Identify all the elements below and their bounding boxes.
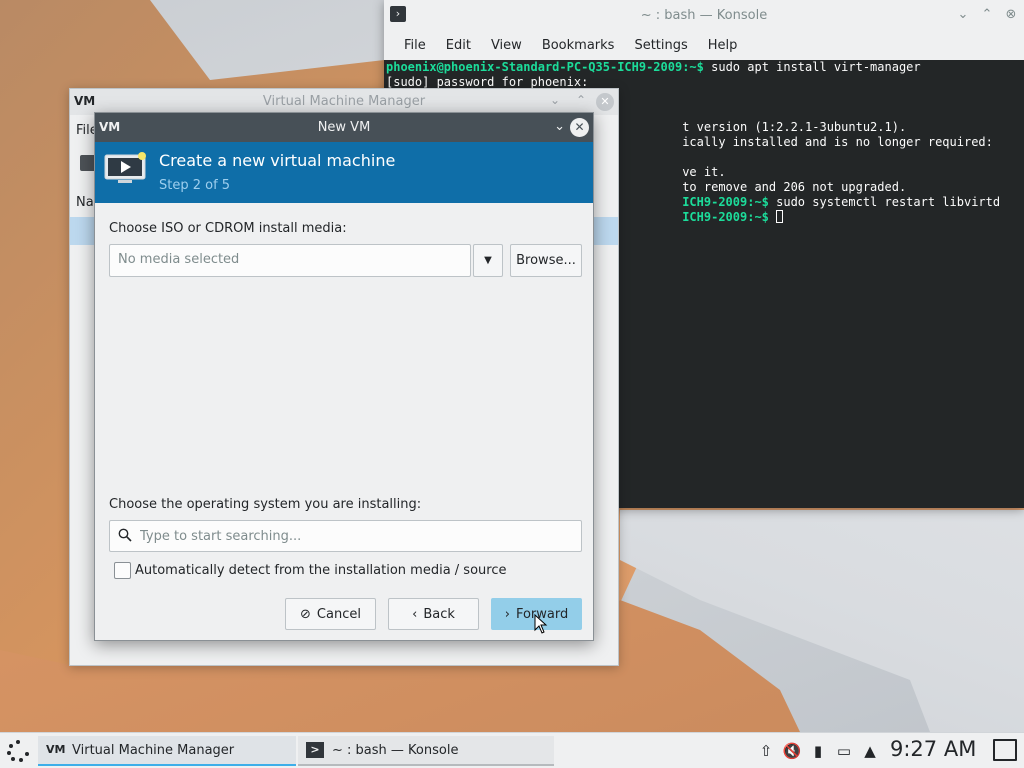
menu-file[interactable]: File (394, 38, 436, 53)
os-search[interactable] (109, 520, 582, 552)
konsole-title: ~ : bash — Konsole (640, 7, 768, 23)
step-indicator: Step 2 of 5 (159, 178, 231, 193)
dialog-header-title: Create a new virtual machine (159, 151, 396, 170)
os-search-input[interactable] (140, 521, 570, 551)
new-vm-dialog[interactable]: VM New VM ⌄ ✕ Create a new virtual machi… (94, 112, 594, 641)
task-label: Virtual Machine Manager (72, 742, 235, 758)
usb-device-icon[interactable]: ▮ (808, 741, 828, 761)
menu-view[interactable]: View (481, 38, 532, 53)
chevron-left-icon: ‹ (412, 606, 418, 622)
task-konsole[interactable]: > ~ : bash — Konsole (298, 736, 554, 766)
maximize-icon[interactable]: ⌃ (576, 93, 586, 107)
close-icon[interactable]: ✕ (596, 93, 614, 111)
dialog-title: New VM (317, 120, 371, 135)
autodetect-label[interactable]: Automatically detect from the installati… (135, 563, 506, 578)
taskbar: VM Virtual Machine Manager > ~ : bash — … (0, 732, 1024, 768)
dropdown-button[interactable]: ▼ (473, 244, 503, 277)
menu-settings[interactable]: Settings (624, 38, 697, 53)
mouse-cursor-icon (534, 614, 548, 634)
column-header-name[interactable]: Na (76, 195, 94, 210)
minimize-icon[interactable]: ⌄ (554, 119, 565, 134)
chevron-right-icon: › (504, 606, 510, 622)
dialog-header: Create a new virtual machine Step 2 of 5 (95, 142, 593, 203)
updates-icon[interactable]: ⇧ (756, 741, 776, 761)
network-icon[interactable]: ▭ (834, 741, 854, 761)
clock[interactable]: 9:27 AM (890, 737, 976, 761)
chevron-down-icon: ▼ (484, 255, 492, 266)
new-vm-icon (104, 152, 146, 183)
menu-bookmarks[interactable]: Bookmarks (532, 38, 625, 53)
autodetect-checkbox[interactable] (114, 562, 131, 579)
terminal-icon: > (306, 742, 324, 758)
desktop: › ~ : bash — Konsole ⌄ ⌃ ⊗ File Edit Vie… (0, 0, 1024, 732)
virt-manager-icon: VM (46, 743, 66, 756)
back-button-label: Back (423, 606, 455, 622)
tray-expand-icon[interactable]: ▲ (860, 741, 880, 761)
back-button[interactable]: ‹ Back (388, 598, 479, 630)
minimize-icon[interactable]: ⌄ (954, 6, 972, 24)
install-media-combo[interactable]: No media selected (109, 244, 471, 277)
terminal-line: phoenix@phoenix-Standard-PC-Q35-ICH9-200… (386, 60, 921, 74)
os-label: Choose the operating system you are inst… (109, 497, 422, 512)
dialog-titlebar[interactable]: VM New VM ⌄ ✕ (95, 113, 593, 142)
vmm-title: Virtual Machine Manager (262, 94, 426, 109)
cancel-button-label: Cancel (316, 606, 361, 622)
show-desktop-icon[interactable] (993, 739, 1017, 761)
volume-muted-icon[interactable]: 🔇 (782, 741, 802, 761)
close-icon[interactable]: ✕ (570, 118, 589, 137)
cancel-button[interactable]: ⊘ Cancel (285, 598, 376, 630)
minimize-icon[interactable]: ⌄ (550, 93, 560, 107)
close-icon[interactable]: ⊗ (1002, 6, 1020, 24)
task-label: ~ : bash — Konsole (332, 742, 459, 758)
konsole-menubar: File Edit View Bookmarks Settings Help (384, 30, 1024, 60)
menu-edit[interactable]: Edit (436, 38, 481, 53)
browse-button[interactable]: Browse... (510, 244, 582, 277)
search-icon (118, 528, 132, 542)
cancel-icon: ⊘ (300, 606, 311, 622)
media-label: Choose ISO or CDROM install media: (109, 221, 347, 236)
konsole-titlebar[interactable]: › ~ : bash — Konsole ⌄ ⌃ ⊗ (384, 0, 1024, 30)
maximize-icon[interactable]: ⌃ (978, 6, 996, 24)
menu-help[interactable]: Help (698, 38, 748, 53)
application-launcher-icon[interactable] (6, 739, 30, 763)
task-virt-manager[interactable]: VM Virtual Machine Manager (38, 736, 296, 766)
terminal-cursor (776, 210, 784, 223)
